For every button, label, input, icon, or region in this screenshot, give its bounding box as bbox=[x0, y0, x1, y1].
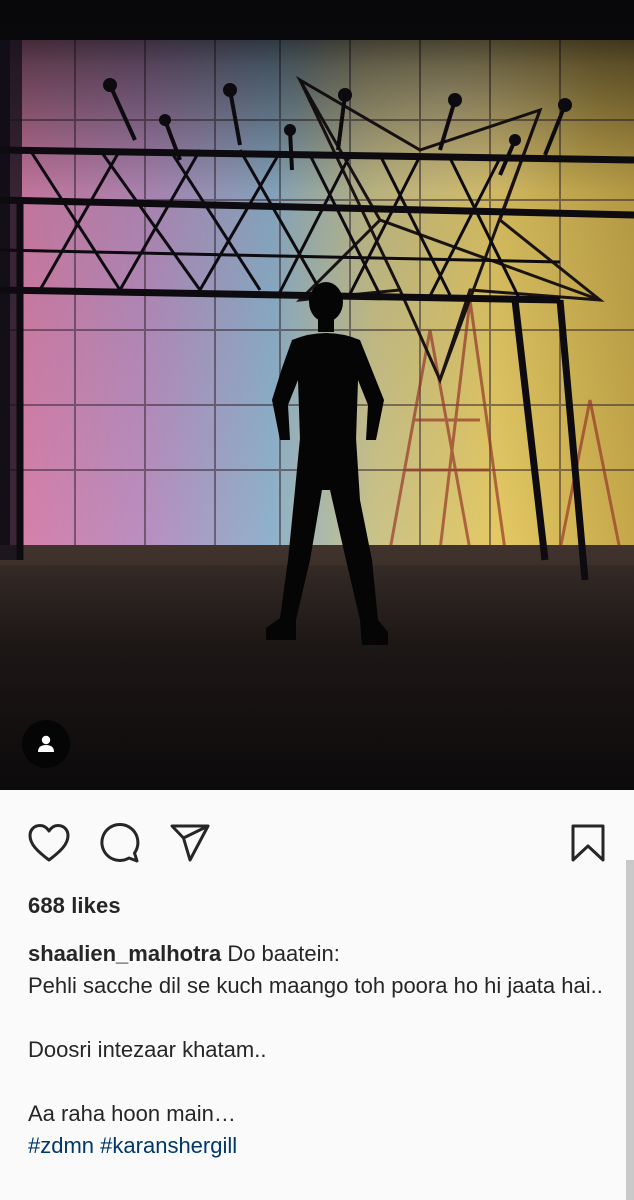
likes-count[interactable]: 688 likes bbox=[28, 893, 121, 919]
save-button[interactable] bbox=[563, 820, 613, 870]
paper-plane-icon bbox=[169, 823, 211, 868]
post-photo[interactable] bbox=[0, 0, 634, 790]
caption-first-text: Do baatein: bbox=[227, 941, 340, 966]
silhouette-photo-illustration bbox=[0, 0, 634, 790]
caption-line-blank: ​ bbox=[28, 1066, 608, 1098]
caption-line-1: Pehli sacche dil se kuch maango toh poor… bbox=[28, 973, 603, 998]
caption-first-line: shaalien_malhotra Do baatein: bbox=[28, 938, 608, 970]
caption-line-blank: ​ bbox=[28, 1002, 608, 1034]
bookmark-icon bbox=[570, 823, 606, 868]
tag-people-button[interactable] bbox=[22, 720, 70, 768]
heart-icon bbox=[27, 823, 71, 868]
caption-hashtags: #zdmn #karanshergill bbox=[28, 1130, 608, 1162]
comment-button[interactable] bbox=[95, 820, 145, 870]
caption-line-3: Aa raha hoon main… bbox=[28, 1101, 236, 1126]
caption-line-2: Doosri intezaar khatam.. bbox=[28, 1037, 267, 1062]
scrollbar[interactable] bbox=[626, 860, 634, 1200]
person-tag-icon bbox=[35, 733, 57, 755]
post-actions-bar bbox=[0, 790, 634, 898]
hashtag-link[interactable]: #zdmn bbox=[28, 1133, 94, 1158]
post-caption: shaalien_malhotra Do baatein: Pehli sacc… bbox=[28, 938, 608, 1162]
comment-bubble-icon bbox=[99, 822, 141, 869]
like-button[interactable] bbox=[24, 820, 74, 870]
hashtag-link[interactable]: #karanshergill bbox=[100, 1133, 237, 1158]
share-button[interactable] bbox=[165, 820, 215, 870]
caption-username[interactable]: shaalien_malhotra bbox=[28, 941, 221, 966]
